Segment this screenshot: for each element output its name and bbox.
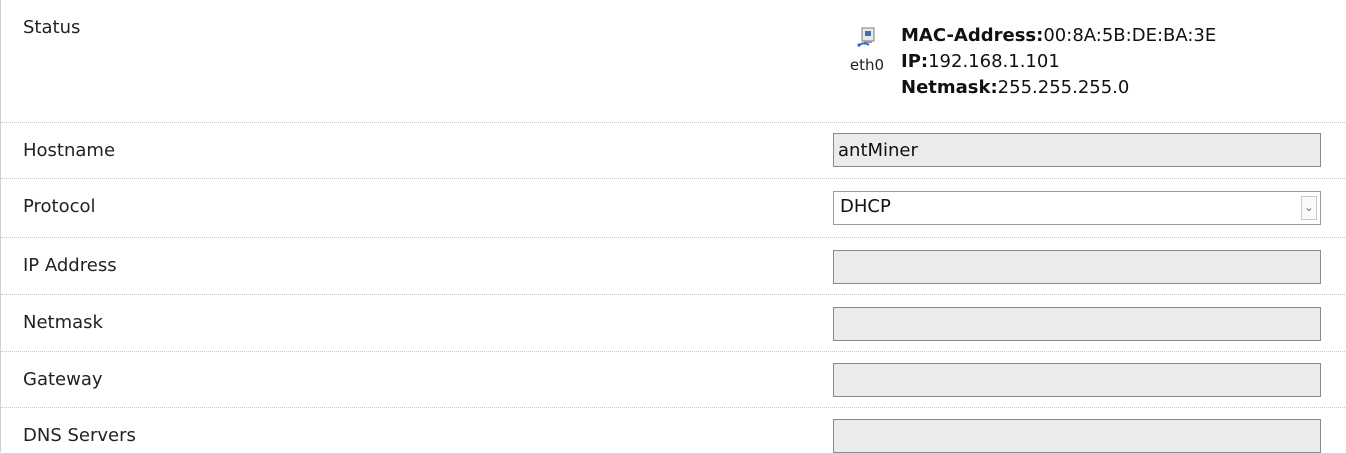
interface-name: eth0 (849, 56, 885, 74)
hostname-row: Hostname (1, 123, 1346, 179)
hostname-input[interactable] (833, 133, 1321, 167)
protocol-selected-value: DHCP (840, 196, 891, 217)
netmask-line: Netmask:255.255.255.0 (901, 75, 1216, 101)
ip-address-row: IP Address (1, 238, 1346, 295)
protocol-label: Protocol (23, 196, 96, 217)
status-label: Status (23, 17, 81, 38)
hostname-label: Hostname (23, 140, 116, 161)
mac-address-line: MAC-Address:00:8A:5B:DE:BA:3E (901, 23, 1216, 49)
ip-line: IP:192.168.1.101 (901, 49, 1216, 75)
dns-servers-label: DNS Servers (23, 425, 136, 446)
ip-label: IP: (901, 51, 929, 72)
status-row: Status eth0 MAC-Address:00:8A:5B:DE:BA:3… (1, 0, 1346, 123)
network-interface-icon (845, 26, 889, 52)
chevron-down-icon[interactable]: ⌄ (1301, 196, 1317, 220)
dns-servers-input[interactable] (833, 419, 1321, 453)
dns-servers-row: DNS Servers (1, 408, 1346, 453)
gateway-input[interactable] (833, 363, 1321, 397)
mac-address-label: MAC-Address: (901, 25, 1044, 46)
ip-address-input[interactable] (833, 250, 1321, 284)
ip-address-label: IP Address (23, 255, 117, 276)
gateway-label: Gateway (23, 369, 103, 390)
ip-value: 192.168.1.101 (928, 51, 1060, 72)
protocol-row: Protocol DHCP ⌄ (1, 179, 1346, 238)
netmask-input[interactable] (833, 307, 1321, 341)
netmask-row: Netmask (1, 295, 1346, 352)
netmask-status-value: 255.255.255.0 (997, 77, 1130, 98)
interface-badge: eth0 (845, 26, 889, 74)
mac-address-value: 00:8A:5B:DE:BA:3E (1043, 25, 1217, 46)
network-settings-form: Status eth0 MAC-Address:00:8A:5B:DE:BA:3… (0, 0, 1346, 453)
protocol-select[interactable]: DHCP ⌄ (833, 191, 1321, 225)
netmask-label: Netmask (23, 312, 103, 333)
interface-details: MAC-Address:00:8A:5B:DE:BA:3E IP:192.168… (901, 23, 1216, 101)
gateway-row: Gateway (1, 352, 1346, 408)
netmask-status-label: Netmask: (901, 77, 998, 98)
